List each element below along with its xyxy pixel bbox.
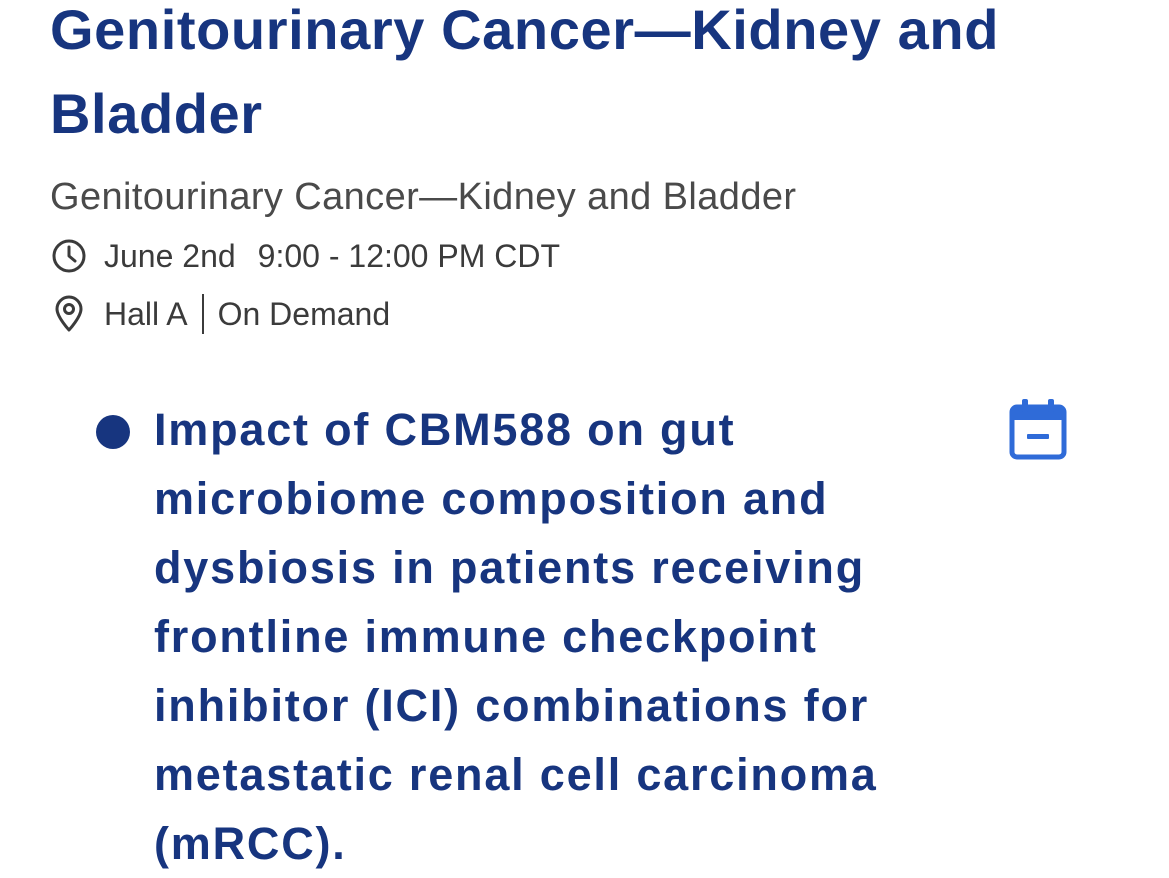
session-subtitle: Genitourinary Cancer—Kidney and Bladder — [50, 176, 797, 218]
remove-from-calendar-button[interactable] — [1008, 397, 1068, 461]
session-time: 9:00 - 12:00 PM CDT — [257, 237, 561, 274]
map-pin-icon — [50, 295, 88, 333]
session-availability: On Demand — [217, 295, 391, 332]
talk-list-item[interactable]: Impact of CBM588 on gut microbiome compo… — [96, 395, 1096, 875]
bullet-dot — [96, 415, 130, 449]
session-room: Hall A — [104, 295, 188, 332]
clock-icon — [50, 237, 88, 275]
talk-title[interactable]: Impact of CBM588 on gut microbiome compo… — [154, 395, 974, 878]
session-title: Genitourinary Cancer—Kidney and Bladder — [50, 0, 1000, 145]
location-divider — [201, 294, 204, 334]
session-date: June 2nd — [104, 237, 236, 274]
calendar-remove-icon — [1009, 399, 1067, 460]
session-time-row: June 2nd 9:00 - 12:00 PM CDT — [50, 234, 560, 278]
session-location-row: Hall A On Demand — [50, 292, 390, 336]
